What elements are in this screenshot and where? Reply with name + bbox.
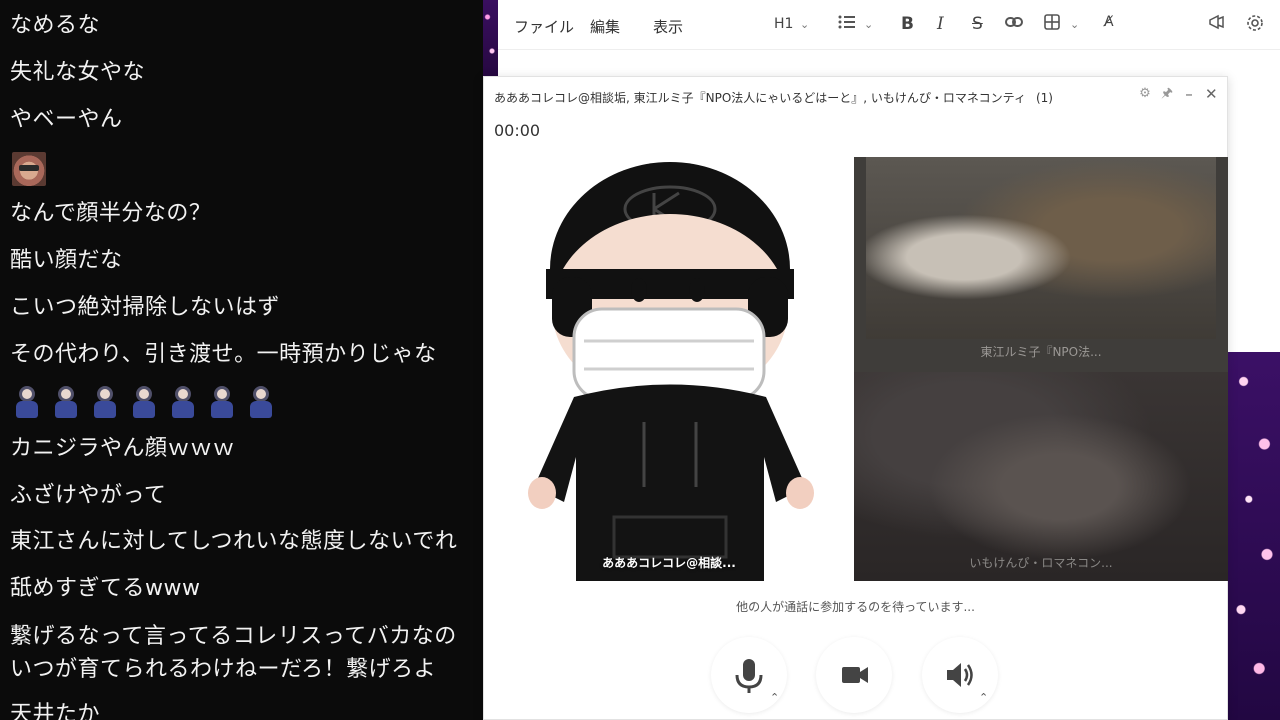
call-participants: あああコレコレ@相談垢, 東江ルミ子『NPO法人にゃいるどはーと』, いもけんぴ…	[494, 91, 1026, 105]
link-icon[interactable]	[1005, 14, 1023, 33]
heading-dropdown[interactable]: H1	[774, 16, 793, 32]
comment: なめるな	[10, 13, 101, 38]
minimize-icon[interactable]: –	[1183, 86, 1195, 102]
bold-button[interactable]: B	[901, 14, 914, 34]
participant-name: あああコレコレ@相談...	[602, 556, 736, 570]
comment: やベーやん	[10, 107, 123, 132]
character-figure-icon	[14, 386, 41, 420]
gear-icon[interactable]	[1246, 14, 1264, 36]
comment: 酷い顔だな	[10, 248, 123, 273]
camera-icon	[842, 667, 868, 683]
menu-edit[interactable]: 編集	[590, 16, 620, 37]
call-title: あああコレコレ@相談垢, 東江ルミ子『NPO法人にゃいるどはーと』, いもけんぴ…	[494, 89, 1053, 106]
voice-call-window[interactable]: あああコレコレ@相談垢, 東江ルミ子『NPO法人にゃいるどはーと』, いもけんぴ…	[483, 76, 1228, 720]
megaphone-icon[interactable]	[1208, 14, 1226, 34]
spellcheck-icon[interactable]: A̸	[1104, 14, 1114, 30]
close-icon[interactable]: ✕	[1205, 86, 1218, 102]
participant-tile-main[interactable]: あああコレコレ@相談...	[484, 157, 854, 581]
avatar-illustration	[528, 162, 814, 581]
list-icon[interactable]	[838, 14, 856, 34]
participant-video-character	[854, 372, 1228, 581]
comment: その代わり、引き渡せ。一時預かりじゃな	[10, 342, 437, 367]
figure-emoji-row	[14, 386, 275, 420]
call-timer: 00:00	[494, 121, 541, 140]
camera-button[interactable]	[816, 637, 892, 713]
waiting-message: 他の人が通話に参加するのを待っています...	[736, 600, 975, 614]
face-photo-icon	[12, 152, 46, 186]
comment: ふざけやがって	[10, 483, 167, 508]
window-controls: ⚙ 🖈 – ✕	[1139, 86, 1217, 102]
pin-icon[interactable]: 🖈	[1161, 86, 1173, 102]
character-figure-icon	[209, 386, 236, 420]
chevron-down-icon[interactable]: ⌄	[800, 18, 809, 31]
participant-tile-group[interactable]: 東江ルミ子『NPO法... いもけんぴ・ロマネコン...	[854, 157, 1228, 581]
character-figure-icon	[248, 386, 275, 420]
character-figure-icon	[170, 386, 197, 420]
comment: カニジラやん顔ｗｗｗ	[10, 436, 236, 461]
chevron-up-icon[interactable]: ⌃	[770, 691, 779, 704]
character-figure-icon	[92, 386, 119, 420]
menu-view[interactable]: 表示	[653, 16, 683, 37]
comment: 失礼な女やな	[10, 60, 146, 85]
comment: いつが育てられるわけねーだろ！繋げろよ	[10, 657, 437, 682]
participant-count: (1)	[1035, 91, 1053, 105]
menu-bar: ファイル 編集 表示 H1 ⌄ ⌄ B I S ⌄ A̸	[498, 0, 1280, 50]
participant-video-dog	[866, 157, 1216, 339]
comment: こいつ絶対掃除しないはず	[10, 295, 281, 320]
participant-name: 東江ルミ子『NPO法...	[980, 345, 1102, 359]
sakura-wallpaper	[1228, 352, 1280, 720]
character-figure-icon	[53, 386, 80, 420]
chevron-down-icon[interactable]: ⌄	[864, 18, 873, 31]
gear-icon[interactable]: ⚙	[1139, 86, 1151, 102]
participant-name: いもけんぴ・ロマネコン...	[969, 556, 1113, 570]
background-wallpaper	[483, 0, 498, 85]
comment: 繋げるなって言ってるコレリスってバカなの	[10, 624, 457, 649]
italic-button[interactable]: I	[937, 14, 944, 34]
comment: 東江さんに対してしつれいな態度しないでれ	[10, 529, 458, 554]
comment-stream: なめるな 失礼な女やな やベーやん なんで顔半分なの？ 酷い顔だな こいつ絶対掃…	[0, 0, 483, 720]
chevron-down-icon[interactable]: ⌄	[1070, 18, 1079, 31]
comment: なんで顔半分なの？	[10, 201, 212, 226]
chevron-up-icon[interactable]: ⌃	[979, 691, 988, 704]
comment: 舐めすぎてるwww	[10, 576, 201, 601]
strikethrough-button[interactable]: S	[972, 14, 983, 34]
table-icon[interactable]	[1044, 14, 1060, 34]
character-figure-icon	[131, 386, 158, 420]
comment: 天井たか	[10, 702, 101, 720]
menu-file[interactable]: ファイル	[514, 16, 574, 37]
